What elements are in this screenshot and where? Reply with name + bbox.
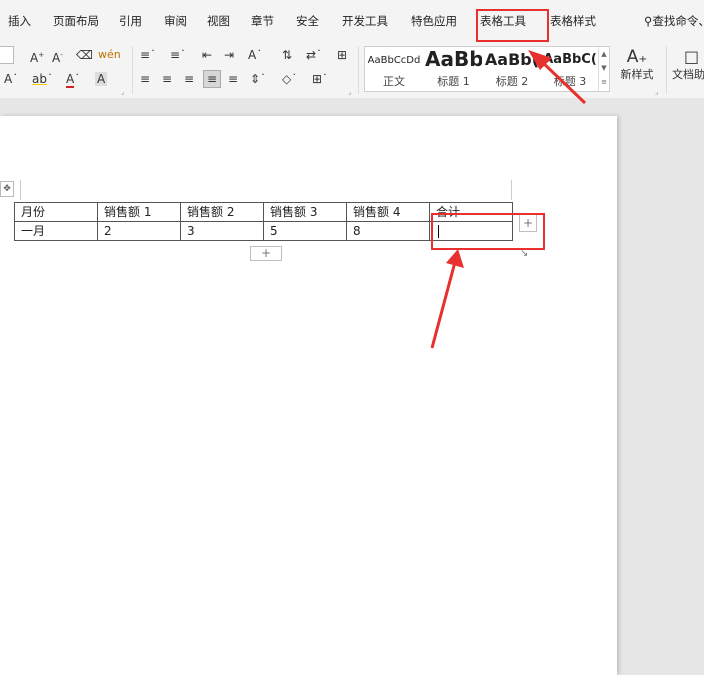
annotation-arrows — [430, 50, 587, 349]
arrow-to-total-cell — [430, 249, 464, 349]
arrow-to-table-tools — [528, 50, 587, 105]
